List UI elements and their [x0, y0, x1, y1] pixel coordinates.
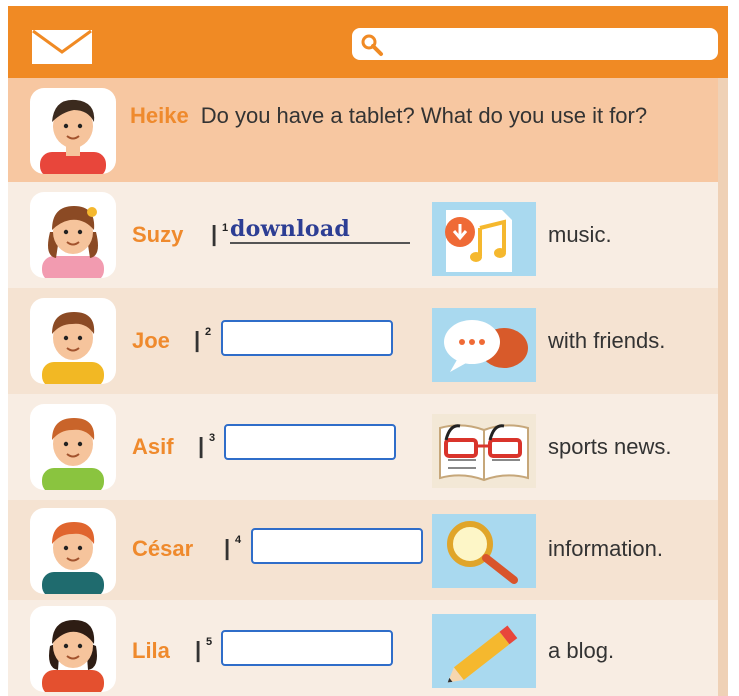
avatar-lila [30, 606, 116, 692]
search-bar [352, 28, 718, 60]
separator: | [211, 221, 218, 246]
answer-underline [230, 242, 410, 244]
chat-bubbles-icon [432, 308, 536, 382]
answer-row: Lila | 5 a blog. [8, 600, 718, 696]
separator: | [198, 433, 205, 458]
magnifier-icon[interactable] [360, 33, 384, 57]
question-row: Heike Do you have a tablet? What do you u… [8, 78, 718, 182]
scrollbar[interactable] [718, 78, 728, 696]
top-bar [8, 6, 728, 78]
question-text: Do you have a tablet? What do you use it… [200, 103, 648, 128]
separator: | [194, 327, 201, 352]
question-number: 4 [235, 534, 242, 546]
chat-app: Heike Do you have a tablet? What do you u… [8, 6, 728, 696]
avatar-suzy [30, 192, 116, 278]
separator: | [195, 637, 202, 662]
answer-row: César | 4 information. [8, 500, 718, 600]
phrase: sports news. [548, 434, 672, 459]
sender-name: Heike [130, 103, 189, 128]
answer-row: Asif | 3 sports news. [8, 394, 718, 500]
filled-answer: download [230, 216, 351, 242]
reading-glasses-book-icon [432, 414, 536, 488]
question-number: 3 [209, 432, 216, 444]
search-input[interactable] [388, 32, 712, 56]
student-name: Joe [132, 328, 170, 353]
avatar-heike [30, 88, 116, 174]
answer-row: Suzy | 1 download music. [8, 182, 718, 288]
student-name: Lila [132, 638, 170, 663]
avatar-asif [30, 404, 116, 490]
phrase: music. [548, 222, 612, 247]
answer-input[interactable] [221, 320, 393, 356]
envelope-icon[interactable] [30, 28, 94, 66]
question-number: 2 [205, 326, 212, 338]
music-download-icon [432, 202, 536, 276]
separator: | [224, 535, 231, 560]
magnifying-glass-icon [432, 514, 536, 588]
answer-input[interactable] [224, 424, 396, 460]
answer-row: Joe | 2 with friends. [8, 288, 718, 394]
avatar-joe [30, 298, 116, 384]
student-name: César [132, 536, 194, 561]
answer-input[interactable] [251, 528, 423, 564]
answer-input[interactable] [221, 630, 393, 666]
question-number: 5 [206, 636, 213, 648]
student-name: Suzy [132, 222, 184, 247]
avatar-cesar [30, 508, 116, 594]
phrase: information. [548, 536, 663, 561]
question-message: Heike Do you have a tablet? What do you u… [130, 100, 690, 132]
phrase: a blog. [548, 638, 615, 663]
phrase: with friends. [548, 328, 666, 353]
student-name: Asif [132, 434, 174, 459]
pencil-icon [432, 614, 536, 688]
question-number: 1 [222, 222, 229, 234]
